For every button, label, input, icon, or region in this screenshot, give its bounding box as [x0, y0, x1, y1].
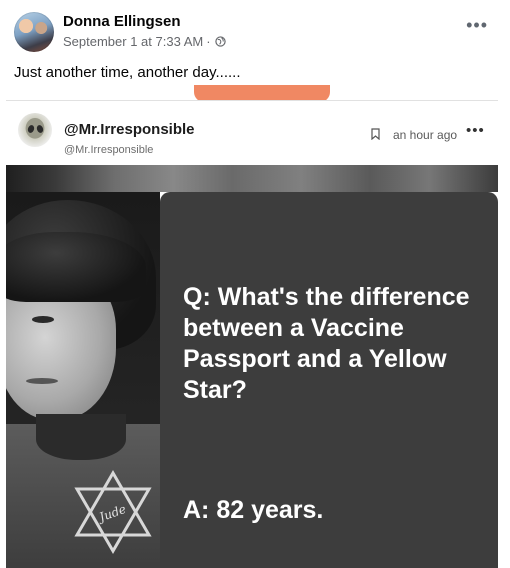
- meme-question: Q: What's the difference between a Vacci…: [183, 283, 470, 404]
- yellow-star-icon: Jude: [74, 470, 152, 554]
- photo-collar: [36, 414, 126, 460]
- shared-display-name: @Mr.Irresponsible: [64, 121, 195, 138]
- author-name[interactable]: Donna Ellingsen: [63, 13, 181, 30]
- meme-answer: A: 82 years.: [183, 496, 324, 524]
- author-avatar[interactable]: [14, 12, 54, 52]
- shared-handle: @Mr.Irresponsible: [64, 144, 154, 156]
- shared-more-icon: •••: [466, 122, 485, 139]
- photo-eye: [32, 316, 54, 323]
- shared-time: an hour ago: [393, 128, 458, 142]
- shared-screenshot[interactable]: @Mr.Irresponsible @Mr.Irresponsible an h…: [6, 100, 498, 568]
- facebook-post: Donna Ellingsen September 1 at 7:33 AM ·…: [0, 0, 510, 568]
- post-options-button[interactable]: •••: [466, 16, 488, 34]
- post-timestamp[interactable]: September 1 at 7:33 AM: [63, 34, 203, 49]
- post-header: Donna Ellingsen September 1 at 7:33 AM ·…: [14, 12, 498, 56]
- photo-bangs: [6, 232, 146, 302]
- meta-separator: ·: [206, 34, 211, 49]
- globe-icon: [214, 36, 226, 47]
- shared-avatar: [18, 113, 52, 147]
- post-meta: September 1 at 7:33 AM ·: [63, 34, 226, 49]
- post-caption: Just another time, another day......: [14, 64, 241, 81]
- photo-mouth: [26, 378, 58, 384]
- image-top-strip: [6, 165, 498, 192]
- bookmark-icon: [371, 128, 380, 140]
- child-photo: Jude: [6, 192, 160, 568]
- star-text: Jude: [95, 502, 128, 526]
- meme-text-panel: Q: What's the difference between a Vacci…: [160, 192, 498, 568]
